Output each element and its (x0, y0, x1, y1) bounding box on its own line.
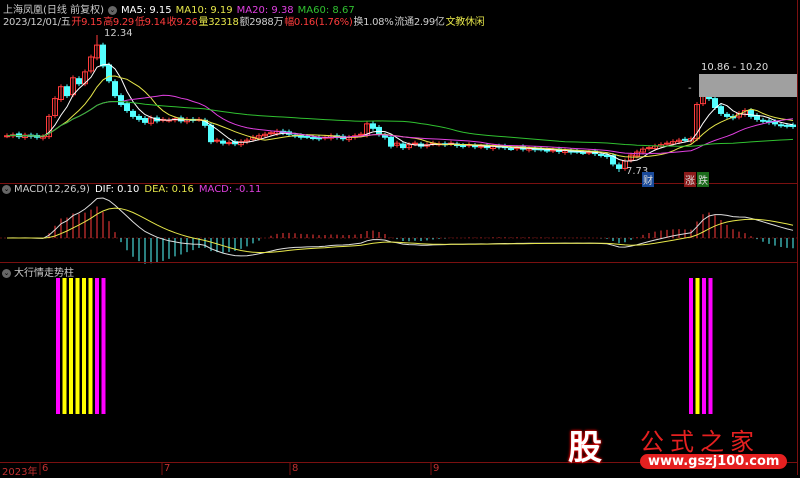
trend-bar (75, 278, 80, 414)
tag-limit-up[interactable]: 涨 (684, 172, 696, 187)
candle (778, 124, 784, 127)
month-label: 9 (433, 463, 440, 474)
divider (0, 262, 797, 263)
dif-label: DIF: 0.10 (94, 184, 140, 195)
candle (370, 123, 376, 129)
candle (316, 137, 322, 140)
tag-finance[interactable]: 财 (642, 172, 654, 187)
candle (388, 136, 394, 147)
axis-year: 2023年 (2, 467, 38, 478)
trend-bar (689, 278, 693, 414)
watermark-logo: 股 (568, 428, 602, 468)
range-label: 10.86 - 10.20 (701, 62, 769, 73)
collapse-icon[interactable]: ⌄ (2, 184, 11, 194)
candle (790, 124, 796, 128)
candle (664, 142, 670, 145)
tag-limit-down[interactable]: 跌 (697, 172, 709, 187)
candle (226, 142, 232, 145)
candle (784, 124, 790, 127)
candle (460, 145, 466, 148)
candle (100, 44, 106, 67)
dea-label: DEA: 0.16 (144, 184, 194, 195)
candle (760, 119, 766, 122)
watermark-url: www.gszj100.com (640, 454, 788, 469)
high-label: 12.34 (104, 28, 133, 39)
trend-bar (695, 278, 700, 414)
watermark: 股 公式之家 www.gszj100.com (560, 420, 788, 470)
candle (598, 153, 604, 156)
candle (64, 86, 70, 97)
candle (712, 98, 718, 109)
right-border (797, 0, 798, 475)
candle (136, 115, 142, 120)
macd-title: MACD(12,26,9) (14, 184, 90, 195)
candle (124, 103, 130, 111)
trend-bar (101, 278, 106, 414)
candle (646, 147, 652, 150)
candle (580, 151, 586, 154)
candle (304, 135, 310, 138)
chart-canvas[interactable]: - (0, 0, 800, 475)
candle (130, 110, 136, 117)
macd-header: ⌄ MACD(12,26,9) DIF: 0.10 DEA: 0.16 MACD: -0… (2, 184, 261, 195)
month-label: 7 (164, 463, 171, 474)
trend-bar (62, 278, 67, 414)
trend-bar (69, 278, 73, 414)
candle (118, 95, 124, 106)
trend-bar (95, 278, 99, 414)
trend-bar (56, 278, 60, 414)
indicator-title: 大行情走势柱 (14, 268, 74, 279)
range-marker: - (688, 83, 692, 94)
candle (76, 78, 82, 85)
candle (358, 133, 364, 136)
candle (400, 143, 406, 149)
candle (682, 138, 688, 141)
month-label: 8 (292, 463, 299, 474)
collapse-icon[interactable]: ⌄ (2, 268, 11, 278)
candle (112, 81, 118, 97)
indicator-header: ⌄ 大行情走势柱 (2, 264, 74, 279)
candle (310, 137, 316, 140)
trend-bar (88, 278, 93, 414)
trend-bar (82, 278, 86, 414)
watermark-name: 公式之家 (640, 428, 760, 456)
candle (298, 135, 304, 138)
trend-bar (702, 278, 706, 414)
candle (214, 139, 220, 142)
candle (106, 64, 112, 82)
candle (508, 148, 514, 151)
candle (544, 149, 550, 152)
candle (412, 142, 418, 145)
candle (604, 154, 610, 158)
candle (268, 132, 274, 135)
trend-bar (708, 278, 713, 414)
macd-label: MACD: -0.11 (198, 184, 262, 195)
dif-line (6, 197, 794, 257)
candle (616, 164, 622, 169)
range-box (699, 74, 797, 97)
candle (718, 106, 724, 114)
month-label: 6 (42, 463, 49, 474)
candle (142, 118, 148, 123)
candle (724, 113, 730, 117)
candle (220, 140, 226, 144)
candle (208, 124, 214, 143)
